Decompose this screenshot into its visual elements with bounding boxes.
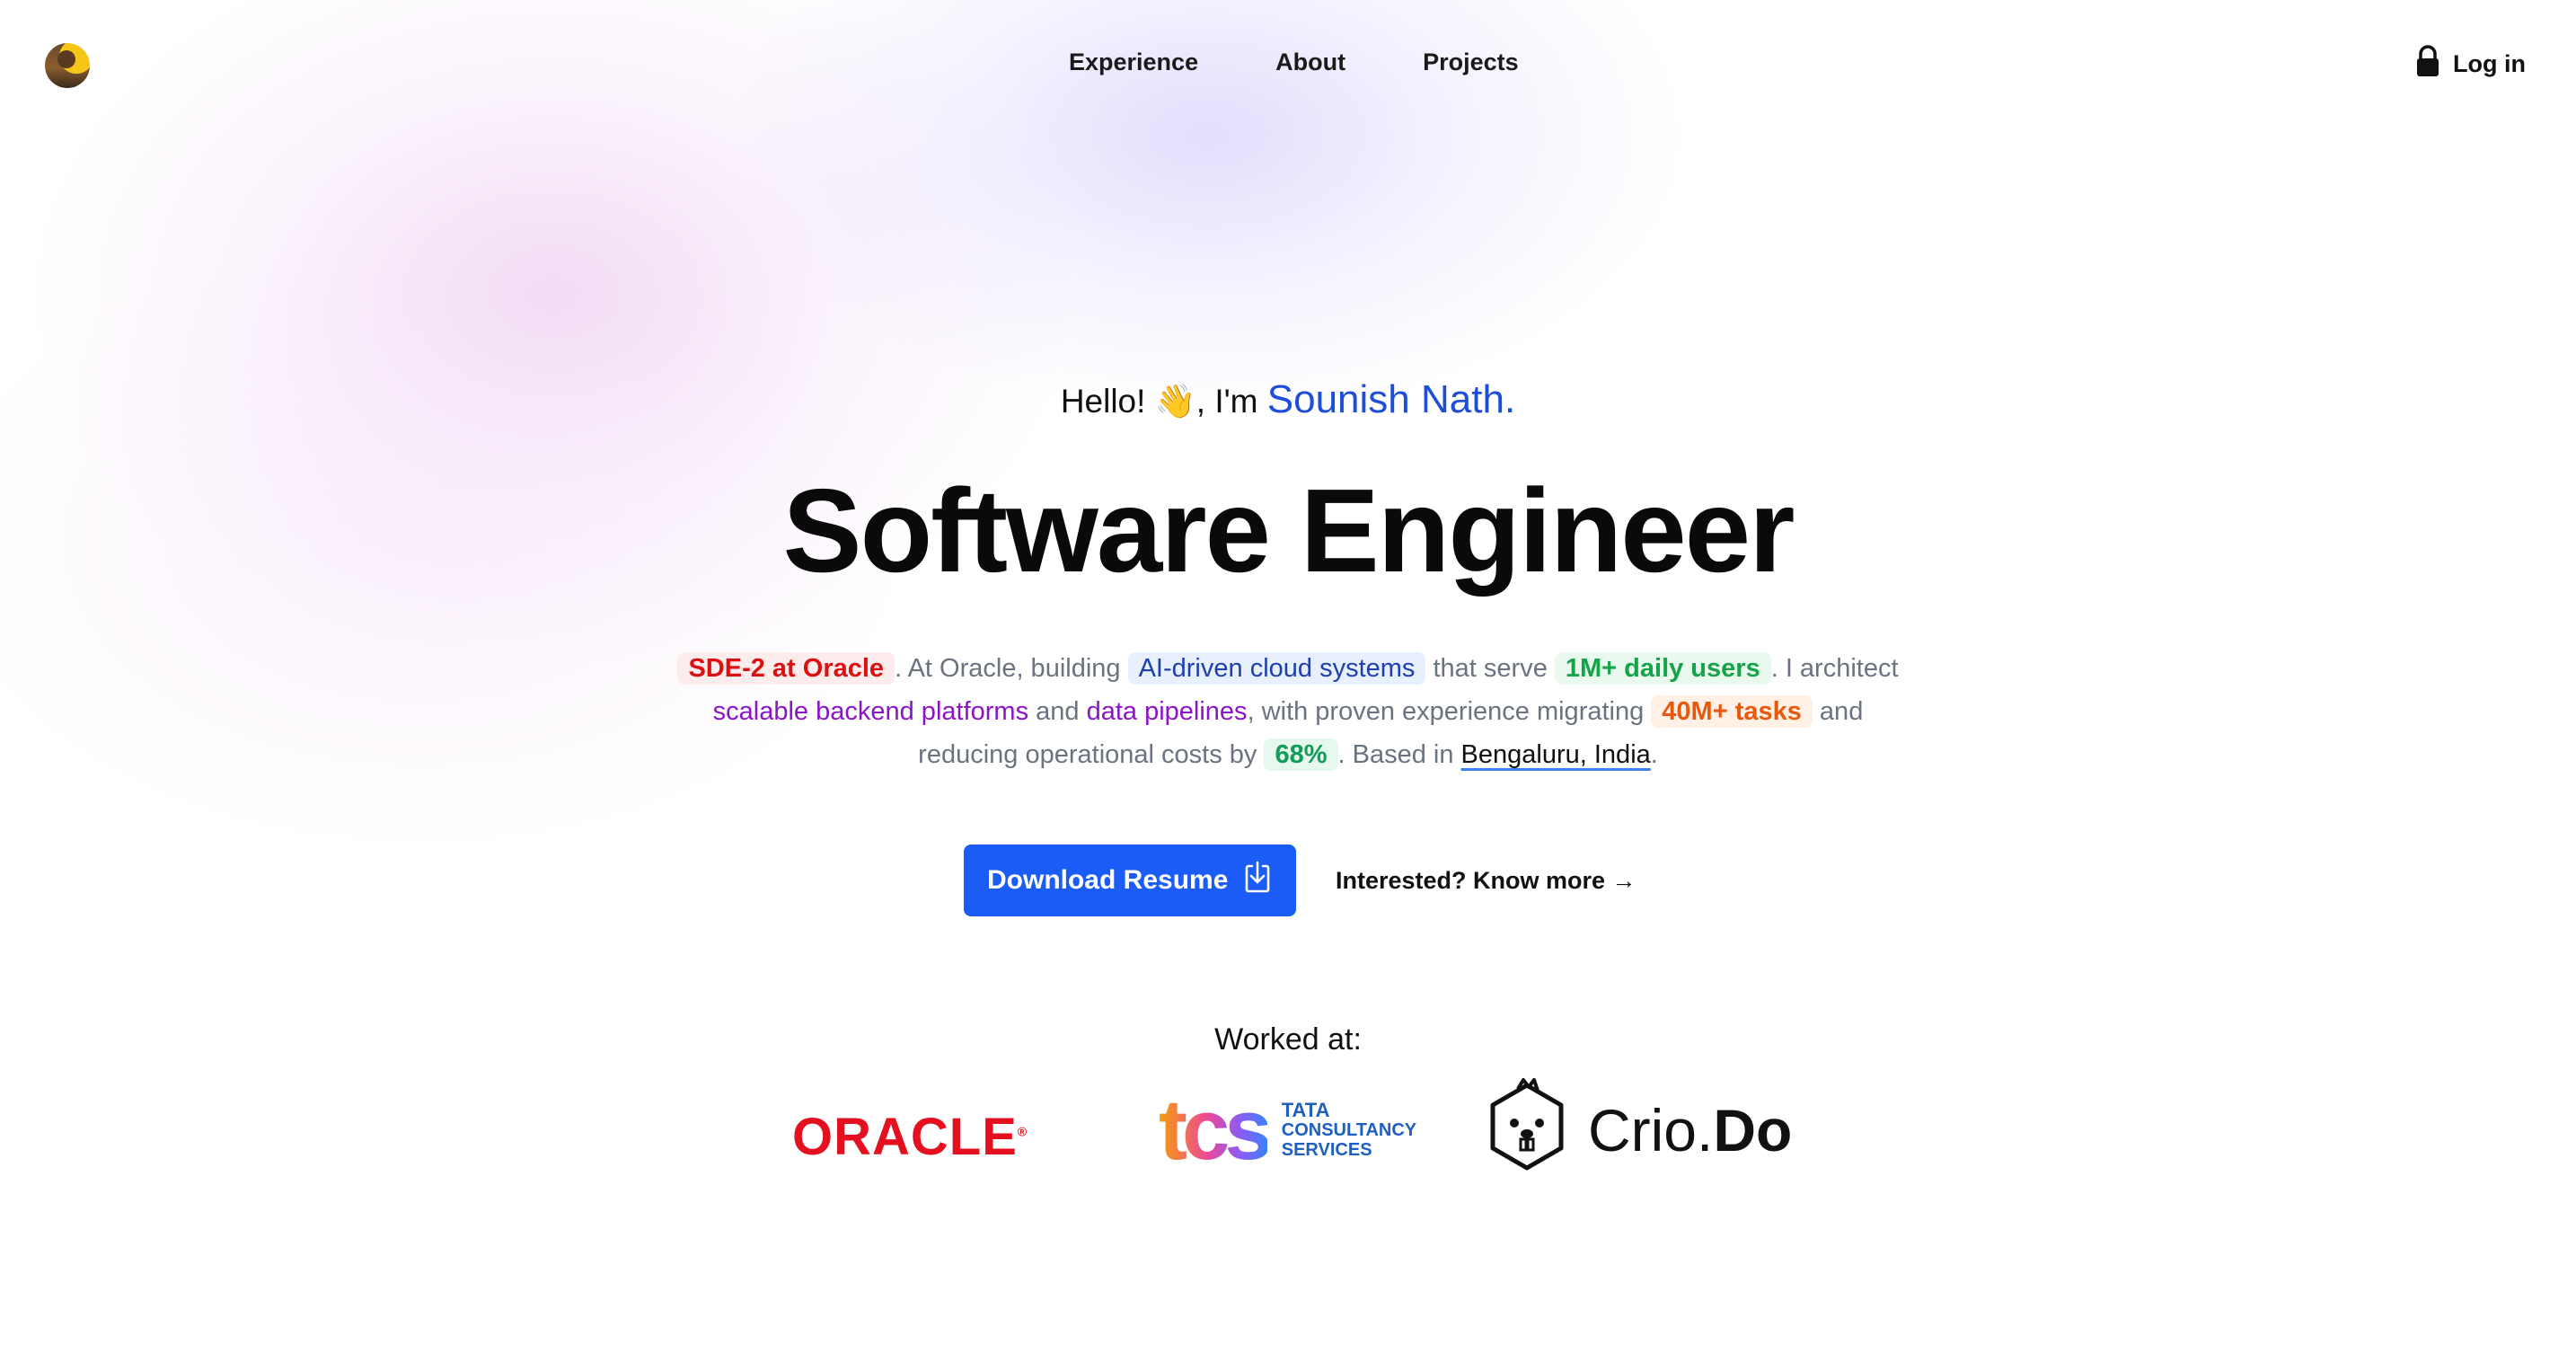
tcs-line: CONSULTANCY [1281, 1120, 1417, 1140]
nav-item-projects[interactable]: Projects [1423, 49, 1519, 76]
highlight-ai-systems: AI-driven cloud systems [1127, 652, 1426, 685]
know-more-link[interactable]: Interested? Know more → [1336, 867, 1636, 895]
crio-wordmark-a: Crio. [1588, 1096, 1714, 1163]
location-link[interactable]: Bengaluru, India [1461, 740, 1651, 769]
oracle-logo: ORACLE® [792, 1107, 1028, 1167]
highlight-costs: 68% [1264, 738, 1338, 771]
page-title: Software Engineer [782, 464, 1795, 597]
main-nav: Experience About Projects [1069, 49, 1519, 76]
site-header: Experience About Projects Log in [0, 0, 2576, 129]
crio-wordmark-b: Do [1713, 1096, 1793, 1163]
login-button[interactable]: Log in [2415, 45, 2526, 84]
download-icon [1244, 861, 1271, 900]
greeting-prefix: Hello! 👋, I'm [1060, 383, 1267, 420]
highlight-role: SDE-2 at Oracle [677, 652, 895, 685]
description-text: . Based in [1337, 740, 1461, 769]
worked-at-label: Worked at: [1214, 1022, 1362, 1057]
login-label: Log in [2453, 50, 2526, 77]
cta-row: Download Resume Interested? Know more → [964, 845, 1636, 916]
tcs-mark: tcs [1159, 1082, 1273, 1178]
description-text: . I architect [1770, 654, 1899, 683]
oracle-wordmark: ORACLE [792, 1108, 1018, 1166]
company-logos: ORACLE® tcs TATA CONSULTANCY SERVICES Cr… [781, 1078, 1823, 1186]
description-text: , with proven experience migrating [1247, 697, 1652, 726]
lock-icon [2415, 45, 2440, 84]
hero-description: SDE-2 at Oracle. At Oracle, building AI-… [668, 647, 1908, 776]
tcs-line: SERVICES [1281, 1140, 1372, 1160]
highlight-backend: scalable backend platforms [712, 697, 1029, 726]
avatar[interactable] [45, 43, 90, 88]
description-text: and [1028, 697, 1087, 726]
highlight-users: 1M+ daily users [1554, 652, 1771, 685]
description-text: that serve [1425, 654, 1555, 683]
highlight-pipelines: data pipelines [1086, 697, 1248, 726]
highlight-tasks: 40M+ tasks [1651, 695, 1813, 728]
nav-item-experience[interactable]: Experience [1069, 49, 1198, 76]
download-resume-button[interactable]: Download Resume [964, 845, 1296, 916]
registered-mark: ® [1017, 1124, 1028, 1139]
description-text: . [1650, 740, 1658, 769]
nav-item-about[interactable]: About [1275, 49, 1345, 76]
hero-name: Sounish Nath. [1266, 377, 1516, 421]
tcs-wordmark: TATA CONSULTANCY SERVICES [1281, 1099, 1417, 1161]
beaver-icon [1482, 1078, 1572, 1181]
crio-wordmark: Crio.Do [1588, 1096, 1792, 1164]
description-text: . At Oracle, building [895, 654, 1128, 683]
download-resume-label: Download Resume [987, 865, 1229, 895]
tcs-logo: tcs TATA CONSULTANCY SERVICES [1159, 1087, 1416, 1173]
crio-logo: Crio.Do [1482, 1078, 1792, 1181]
tcs-line: TATA [1281, 1099, 1330, 1121]
hero-greeting: Hello! 👋, I'm Sounish Nath. [0, 377, 2576, 422]
